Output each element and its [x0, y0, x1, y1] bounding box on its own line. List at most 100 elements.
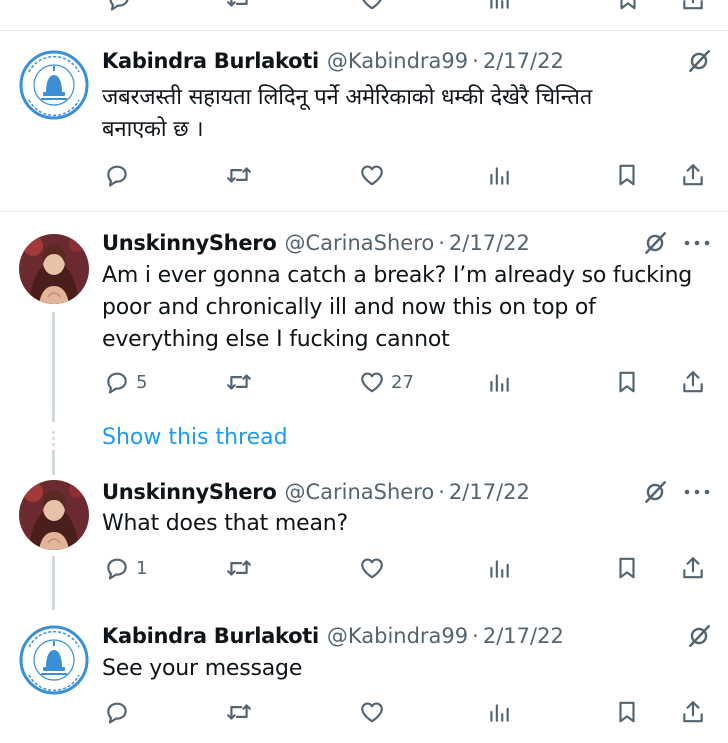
- retweet-icon[interactable]: [226, 0, 252, 12]
- retweet-button[interactable]: [226, 367, 252, 397]
- divider: [0, 30, 728, 31]
- retweet-button[interactable]: [226, 160, 252, 190]
- retweet-icon: [226, 555, 252, 581]
- share-icon[interactable]: [680, 0, 706, 12]
- tweet-date[interactable]: 2/17/22: [483, 49, 564, 73]
- bookmark-icon[interactable]: [615, 0, 641, 12]
- share-icon: [680, 555, 706, 581]
- tweet-text-line: बनाएको छ ।: [102, 117, 204, 142]
- tweet-date[interactable]: 2/17/22: [449, 480, 530, 504]
- separator: ·: [438, 480, 445, 504]
- like-icon: [359, 162, 385, 188]
- grok-icon[interactable]: [686, 623, 712, 649]
- reply-icon: [104, 162, 130, 188]
- tweet-header: UnskinnyShero @CarinaShero · 2/17/22: [102, 228, 712, 258]
- bell-emblem-icon: [19, 50, 89, 120]
- tweet-date[interactable]: 2/17/22: [483, 624, 564, 648]
- separator: ·: [472, 624, 479, 648]
- tweet-text: See your message: [102, 653, 702, 685]
- like-icon: [359, 699, 385, 725]
- more-icon[interactable]: [682, 238, 712, 248]
- author-handle[interactable]: @Kabindra99: [327, 624, 468, 648]
- tweet-text-line: What does that mean?: [102, 511, 348, 536]
- views-button[interactable]: [486, 697, 512, 727]
- views-icon: [486, 369, 512, 395]
- reply-icon[interactable]: [106, 0, 132, 12]
- tweet-actions: 5 27: [102, 367, 712, 397]
- retweet-button[interactable]: [226, 553, 252, 583]
- reply-icon: [104, 369, 130, 395]
- bookmark-icon: [614, 699, 640, 725]
- thread-line: [52, 556, 55, 610]
- bookmark-button[interactable]: [614, 697, 640, 727]
- retweet-icon: [226, 162, 252, 188]
- previous-tweet-actions: [0, 0, 728, 14]
- views-button[interactable]: [486, 367, 512, 397]
- share-button[interactable]: [680, 160, 706, 190]
- divider: [0, 211, 728, 212]
- views-button[interactable]: [486, 160, 512, 190]
- show-thread-link[interactable]: Show this thread: [102, 425, 288, 450]
- author-name[interactable]: UnskinnyShero: [102, 231, 277, 255]
- like-button[interactable]: [359, 697, 391, 727]
- avatar[interactable]: [19, 50, 89, 120]
- author-name[interactable]: UnskinnyShero: [102, 480, 277, 504]
- tweet-text-line: See your message: [102, 656, 303, 681]
- views-button[interactable]: [486, 553, 512, 583]
- tweet-actions: [102, 160, 712, 190]
- tweet-text-line: poor and chronically ill and now this on…: [102, 295, 596, 320]
- share-icon: [680, 369, 706, 395]
- tweet-header: UnskinnyShero @CarinaShero · 2/17/22: [102, 477, 712, 507]
- retweet-icon: [226, 369, 252, 395]
- reply-button[interactable]: 1: [104, 553, 147, 583]
- avatar[interactable]: [19, 234, 89, 304]
- like-icon: [359, 369, 385, 395]
- reply-button[interactable]: [104, 160, 136, 190]
- avatar[interactable]: [19, 480, 89, 550]
- tweet-text-line: Am i ever gonna catch a break? I’m alrea…: [102, 263, 693, 288]
- views-icon[interactable]: [486, 0, 512, 12]
- author-name[interactable]: Kabindra Burlakoti: [102, 49, 319, 73]
- separator: ·: [472, 49, 479, 73]
- tweet-actions: 1: [102, 553, 712, 583]
- views-icon: [486, 555, 512, 581]
- retweet-icon: [226, 699, 252, 725]
- views-icon: [486, 699, 512, 725]
- bookmark-button[interactable]: [614, 553, 640, 583]
- like-icon[interactable]: [359, 0, 385, 12]
- tweet-text: What does that mean?: [102, 508, 702, 540]
- grok-icon[interactable]: [686, 48, 712, 74]
- share-button[interactable]: [680, 367, 706, 397]
- like-button[interactable]: [359, 553, 391, 583]
- bookmark-button[interactable]: [614, 160, 640, 190]
- separator: ·: [438, 231, 445, 255]
- like-icon: [359, 555, 385, 581]
- share-button[interactable]: [680, 553, 706, 583]
- author-handle[interactable]: @Kabindra99: [327, 49, 468, 73]
- retweet-button[interactable]: [226, 697, 252, 727]
- thread-dots: [50, 428, 56, 446]
- share-icon: [680, 699, 706, 725]
- share-button[interactable]: [680, 697, 706, 727]
- tweet-header: Kabindra Burlakoti @Kabindra99 · 2/17/22: [102, 46, 712, 76]
- reply-button[interactable]: 5: [104, 367, 147, 397]
- views-icon: [486, 162, 512, 188]
- like-count: 27: [391, 371, 414, 393]
- author-name[interactable]: Kabindra Burlakoti: [102, 624, 319, 648]
- reply-button[interactable]: [104, 697, 136, 727]
- like-button[interactable]: [359, 160, 391, 190]
- bookmark-icon: [614, 369, 640, 395]
- tweet-text-line: everything else I fucking cannot: [102, 327, 450, 352]
- more-icon[interactable]: [682, 487, 712, 497]
- avatar[interactable]: [19, 625, 89, 695]
- tweet-text: Am i ever gonna catch a break? I’m alrea…: [102, 260, 702, 356]
- like-button[interactable]: 27: [359, 367, 414, 397]
- bookmark-button[interactable]: [614, 367, 640, 397]
- author-handle[interactable]: @CarinaShero: [284, 231, 434, 255]
- grok-icon[interactable]: [642, 479, 668, 505]
- grok-icon[interactable]: [642, 230, 668, 256]
- author-handle[interactable]: @CarinaShero: [284, 480, 434, 504]
- tweet-date[interactable]: 2/17/22: [449, 231, 530, 255]
- reply-count: 5: [136, 371, 148, 393]
- bookmark-icon: [614, 162, 640, 188]
